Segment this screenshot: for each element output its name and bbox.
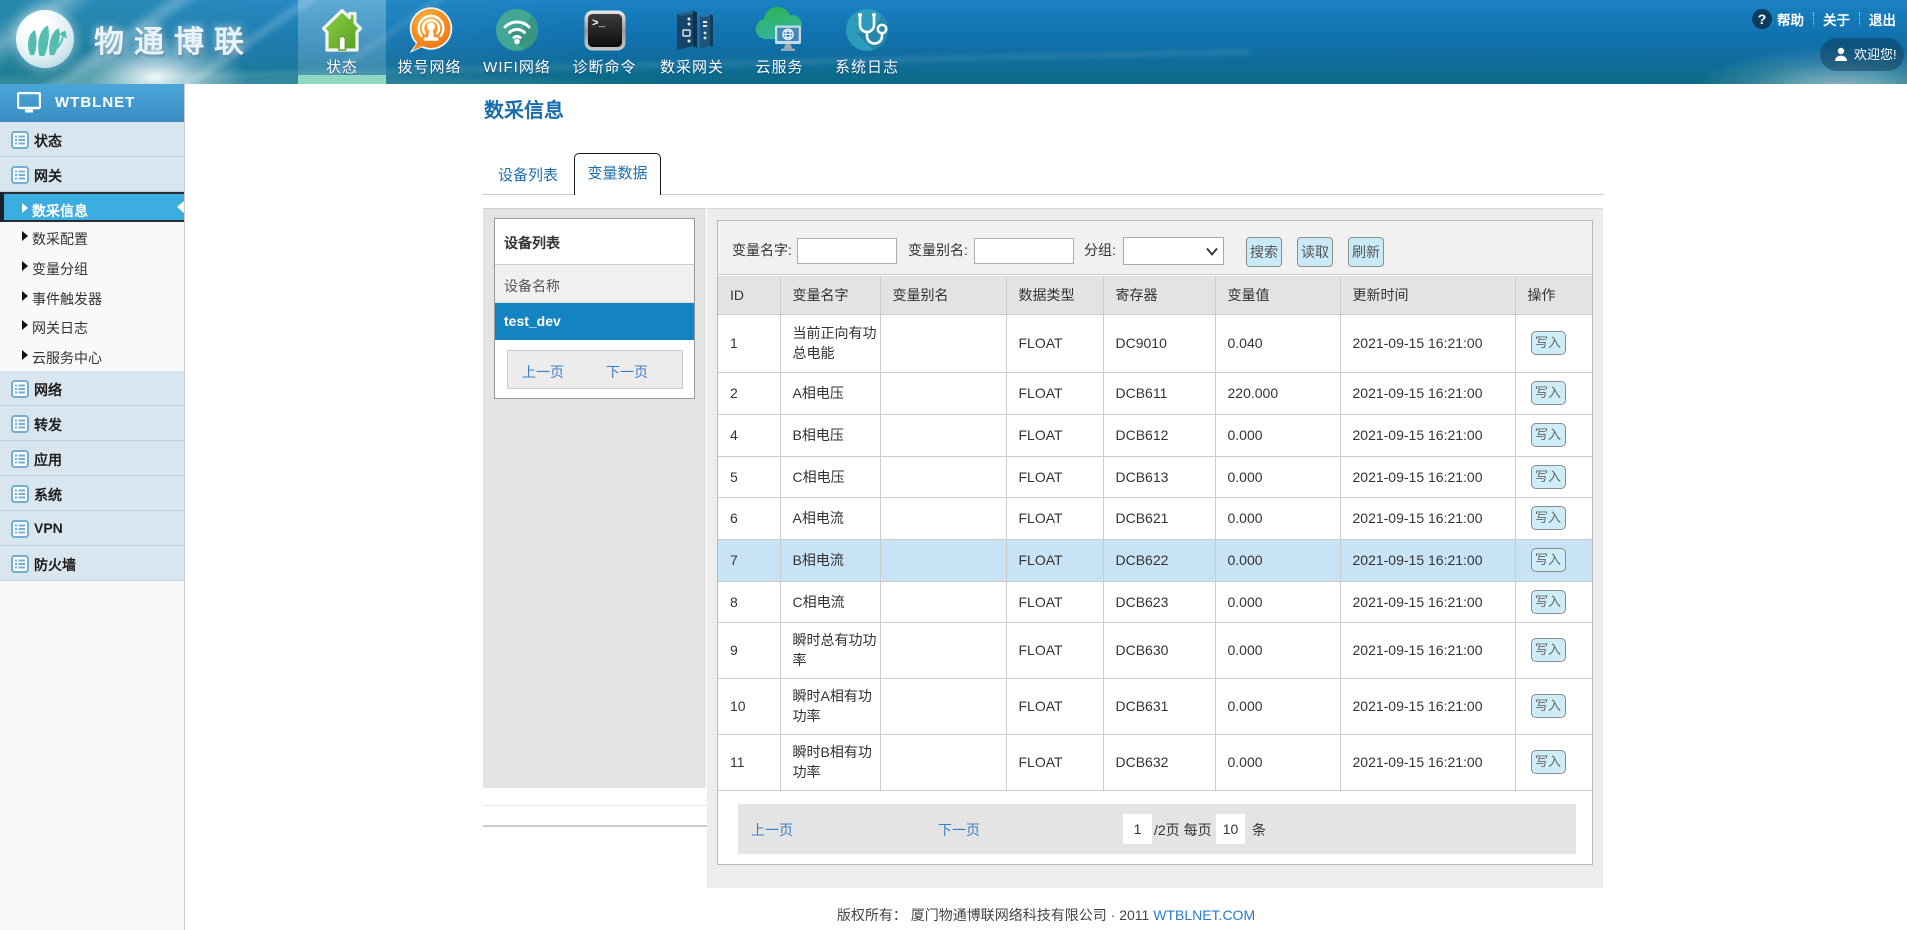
svg-text:>_: >_	[592, 18, 606, 30]
